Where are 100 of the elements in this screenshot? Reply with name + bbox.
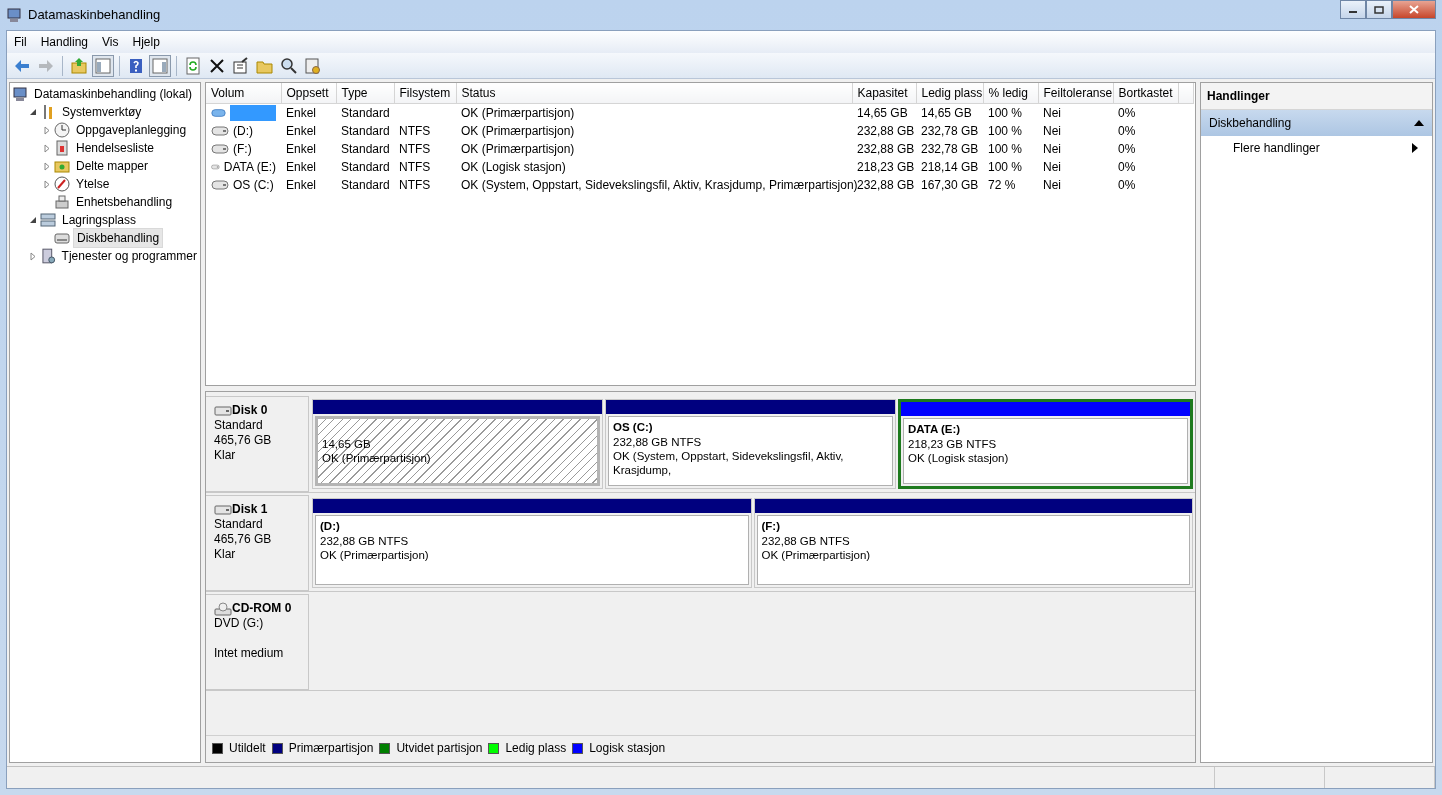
column-header[interactable]: Filsystem	[394, 83, 456, 104]
collapse-arrow-icon[interactable]	[29, 216, 37, 224]
legend-label: Utildelt	[229, 740, 266, 757]
partition-size: 232,88 GB NTFS	[320, 535, 409, 547]
disk-size: 465,76 GB	[214, 433, 273, 448]
table-cell: Enkel	[286, 124, 317, 138]
folder-up-icon	[70, 56, 88, 75]
tree-item[interactable]: Ytelse	[73, 175, 113, 193]
partition-block[interactable]: (D:) 232,88 GB NTFS OK (Primærpartisjon)	[312, 498, 752, 588]
partition-block[interactable]: DATA (E:) 218,23 GB NTFS OK (Logisk stasjon)	[898, 399, 1193, 489]
table-cell: Nei	[1043, 106, 1061, 120]
partition-status: OK (Primærpartisjon)	[320, 549, 429, 561]
action-item[interactable]: Flere handlinger	[1201, 136, 1432, 160]
disk-drive-icon	[214, 504, 232, 515]
table-cell: Standard	[341, 160, 390, 174]
table-cell: 14,65 GB	[857, 106, 908, 120]
action-pane-button[interactable]	[149, 54, 171, 77]
tree-item[interactable]: Lagringsplass	[59, 211, 140, 229]
table-cell: 167,30 GB	[921, 178, 979, 192]
table-cell: Nei	[1043, 160, 1061, 174]
maximize-button[interactable]	[1366, 0, 1392, 19]
delete-icon	[208, 56, 226, 75]
tree-item[interactable]: Datamaskinbehandling (lokal)	[31, 85, 196, 103]
partition-status: OK (Primærpartisjon)	[322, 452, 431, 464]
table-cell: 100 %	[988, 160, 1023, 174]
tree-item[interactable]: Oppgaveplanlegging	[73, 121, 190, 139]
collapse-arrow-icon[interactable]	[29, 108, 37, 116]
server-icon	[40, 248, 56, 264]
clock-icon	[54, 122, 70, 138]
magnifier-icon	[280, 56, 298, 75]
partition-status: OK (Logisk stasjon)	[908, 452, 1009, 464]
column-header[interactable]: Feiltoleranse	[1038, 83, 1113, 104]
column-header[interactable]: Volum	[206, 83, 281, 104]
minimize-button[interactable]	[1340, 0, 1366, 19]
table-cell: 232,78 GB	[921, 142, 979, 156]
tree-item[interactable]: Tjenester og programmer	[58, 247, 200, 265]
disk-name: Disk 1	[232, 502, 268, 517]
column-header[interactable]: Bortkastet	[1113, 83, 1178, 104]
partition-status: OK (System, Oppstart, Sidevekslingsfil, Aktiv, Krasjdump,	[613, 450, 844, 476]
partition-name: (D:)	[320, 520, 340, 532]
legend-label: Ledig plass	[505, 740, 567, 757]
table-cell: OK (Logisk stasjon)	[461, 160, 566, 174]
table-cell: Standard	[341, 178, 390, 192]
tree-item[interactable]: Hendelsesliste	[73, 139, 158, 157]
table-cell: 0%	[1118, 142, 1136, 156]
column-header[interactable]: Type	[336, 83, 394, 104]
log-icon	[54, 140, 70, 156]
table-cell: 218,14 GB	[921, 160, 979, 174]
drive-icon	[211, 108, 226, 118]
tree-item[interactable]: Diskbehandling	[73, 228, 164, 248]
partition-block[interactable]: OS (C:) 232,88 GB NTFS OK (System, Oppstart, Sidevekslingsfil, Aktiv, Krasjdump,	[605, 399, 896, 489]
menu-item[interactable]: Hjelp	[125, 33, 167, 51]
table-cell: 100 %	[988, 124, 1023, 138]
expand-arrow-icon[interactable]	[43, 161, 51, 171]
column-header[interactable]: Status	[456, 83, 852, 104]
window-title: Datamaskinbehandling	[28, 6, 161, 25]
disk-size: 465,76 GB	[214, 532, 273, 547]
menu-item[interactable]: Fil	[7, 33, 34, 51]
tree-pane-button[interactable]	[92, 54, 114, 77]
disk-status: Klar	[214, 448, 237, 463]
partition-block[interactable]: (F:) 232,88 GB NTFS OK (Primærpartisjon)	[753, 498, 1193, 588]
partition-name: (F:)	[761, 520, 780, 532]
tree-item[interactable]: Systemverktøy	[59, 103, 145, 121]
column-header[interactable]: Oppsett	[281, 83, 336, 104]
column-header[interactable]: % ledig	[983, 83, 1038, 104]
table-cell: 218,23 GB	[857, 160, 915, 174]
table-cell: Nei	[1043, 142, 1061, 156]
partition-block[interactable]: 14,65 GB OK (Primærpartisjon)	[312, 399, 603, 489]
partition-size: 232,88 GB NTFS	[613, 436, 702, 448]
expand-arrow-icon[interactable]	[29, 251, 37, 261]
expand-arrow-icon[interactable]	[43, 179, 51, 189]
expand-arrow-icon[interactable]	[43, 125, 51, 135]
partition-size: 14,65 GB	[322, 438, 371, 450]
action-pane-icon	[151, 56, 169, 75]
table-cell: OK (Primærpartisjon)	[461, 142, 575, 156]
table-cell: OK (Primærpartisjon)	[461, 106, 575, 120]
table-cell: 232,88 GB	[857, 178, 915, 192]
legend-label: Utvidet partisjon	[396, 740, 483, 757]
menu-item[interactable]: Handling	[33, 33, 96, 51]
optical-drive-icon	[214, 601, 232, 616]
actions-section[interactable]: Diskbehandling	[1201, 110, 1432, 136]
table-cell-text: (D:)	[233, 123, 253, 140]
table-cell: OK (System, Oppstart, Sidevekslingsfil, Aktiv, Krasjdump, Primærpartisjon)	[461, 178, 858, 192]
disk-status: Intet medium	[214, 646, 285, 661]
tree-item[interactable]: Enhetsbehandling	[73, 193, 176, 211]
computer-icon	[12, 86, 28, 102]
legend-label: Primærpartisjon	[288, 740, 374, 757]
submenu-arrow-icon	[1412, 143, 1418, 153]
drive-icon	[211, 126, 229, 136]
tree-item[interactable]: Delte mapper	[73, 157, 152, 175]
close-button[interactable]	[1392, 0, 1436, 19]
table-cell: 0%	[1118, 106, 1136, 120]
disk-drive-icon	[214, 405, 232, 416]
actions-title: Handlinger	[1201, 83, 1432, 110]
expand-arrow-icon[interactable]	[43, 143, 51, 153]
table-cell: 232,78 GB	[921, 124, 979, 138]
table-cell-text: (F:)	[233, 141, 252, 158]
menu-item[interactable]: Vis	[95, 33, 126, 51]
column-header[interactable]: Kapasitet	[852, 83, 916, 104]
column-header[interactable]: Ledig plass	[916, 83, 983, 104]
